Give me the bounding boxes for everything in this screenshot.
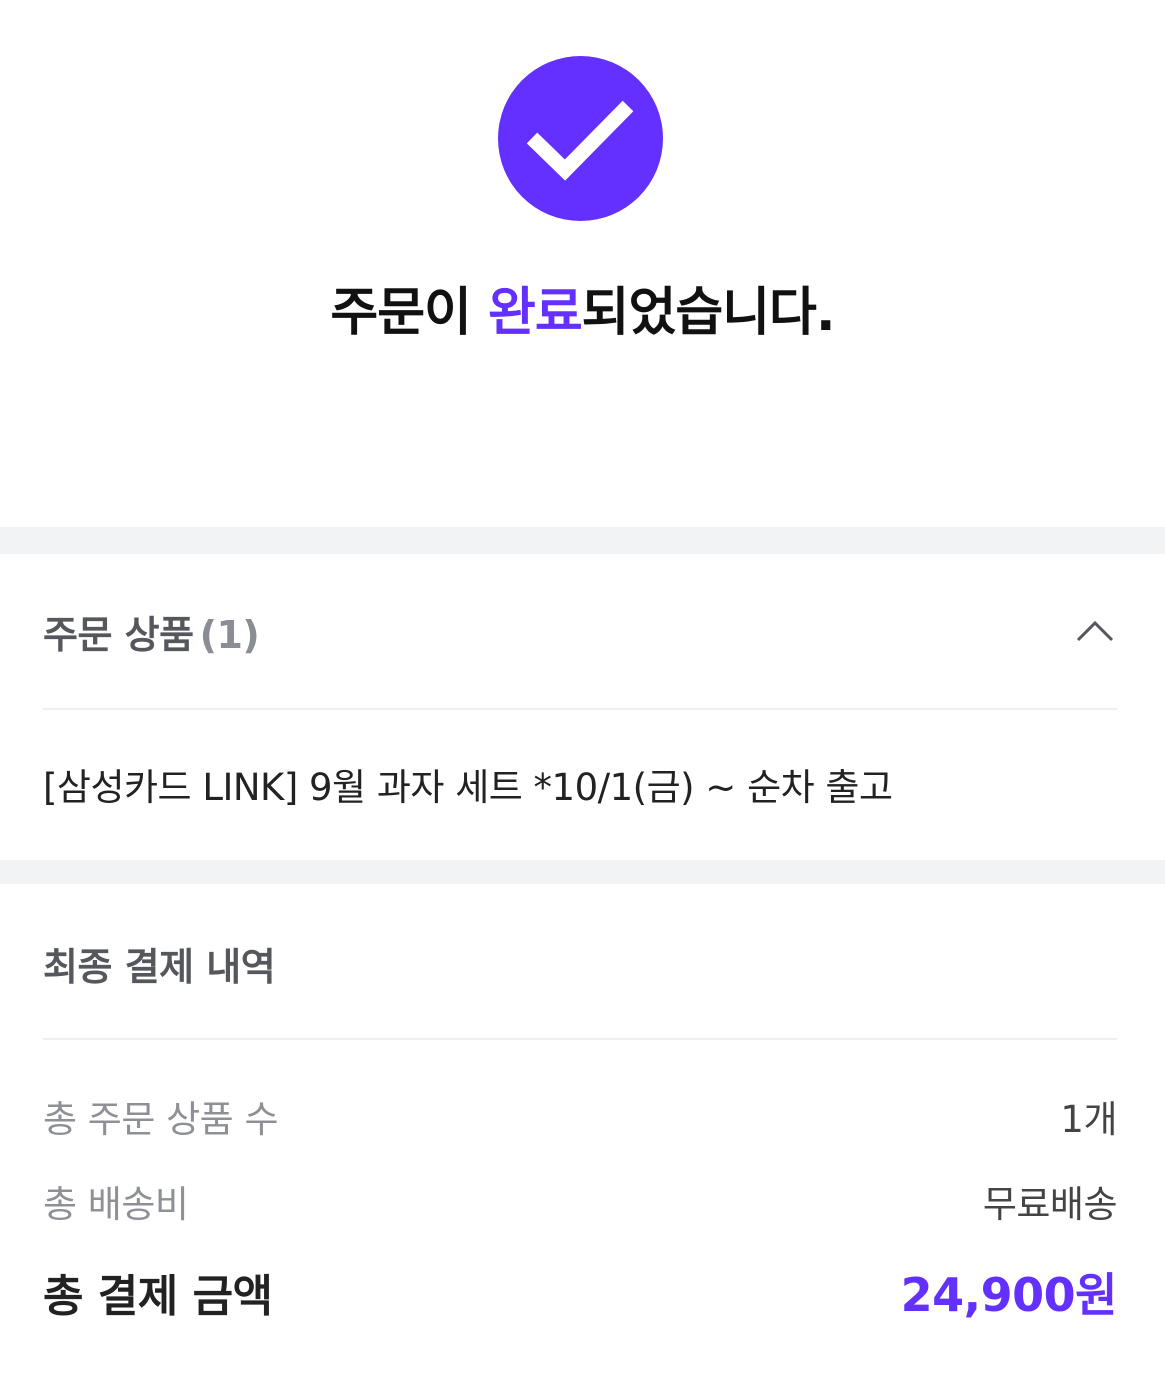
title-suffix: 되었습니다. — [581, 283, 836, 343]
order-complete-title: 주문이 완료되었습니다. — [0, 270, 1165, 345]
shipping-fee-value: 무료배송 — [982, 1183, 1118, 1226]
ordered-products-label: 주문 상품 — [43, 612, 194, 657]
item-count-value: 1개 — [1060, 1098, 1117, 1141]
chevron-up-icon[interactable] — [1073, 609, 1117, 653]
section-divider — [0, 860, 1165, 884]
title-prefix: 주문이 — [330, 283, 488, 343]
ordered-products-count: (1) — [199, 612, 260, 657]
item-count-label: 총 주문 상품 수 — [43, 1098, 279, 1141]
ordered-products-title: 주문 상품 (1) — [43, 604, 260, 659]
order-complete-hero: 주문이 완료되었습니다. — [0, 0, 1165, 527]
total-amount-label: 총 결제 금액 — [43, 1271, 273, 1322]
divider — [43, 708, 1117, 710]
divider — [43, 1038, 1117, 1040]
ordered-products-section: 주문 상품 (1) [삼성카드 LINK] 9월 과자 세트 *10/1(금) ~… — [0, 554, 1165, 860]
summary-row-shipping: 총 배송비 무료배송 — [43, 1174, 1118, 1228]
ordered-products-header[interactable]: 주문 상품 (1) — [43, 554, 1117, 708]
total-amount-value: 24,900원 — [900, 1268, 1118, 1322]
payment-summary-title: 최종 결제 내역 — [43, 945, 276, 989]
product-item-name: [삼성카드 LINK] 9월 과자 세트 *10/1(금) ~ 순차 출고 — [43, 766, 893, 809]
summary-row-total: 총 결제 금액 24,900원 — [43, 1259, 1118, 1325]
shipping-fee-label: 총 배송비 — [43, 1183, 189, 1226]
section-divider — [0, 527, 1165, 554]
summary-row-item-count: 총 주문 상품 수 1개 — [43, 1089, 1117, 1143]
check-icon — [498, 56, 663, 221]
payment-summary-section: 최종 결제 내역 총 주문 상품 수 1개 총 배송비 무료배송 총 결제 금액… — [0, 884, 1165, 1379]
title-accent: 완료 — [487, 283, 583, 343]
